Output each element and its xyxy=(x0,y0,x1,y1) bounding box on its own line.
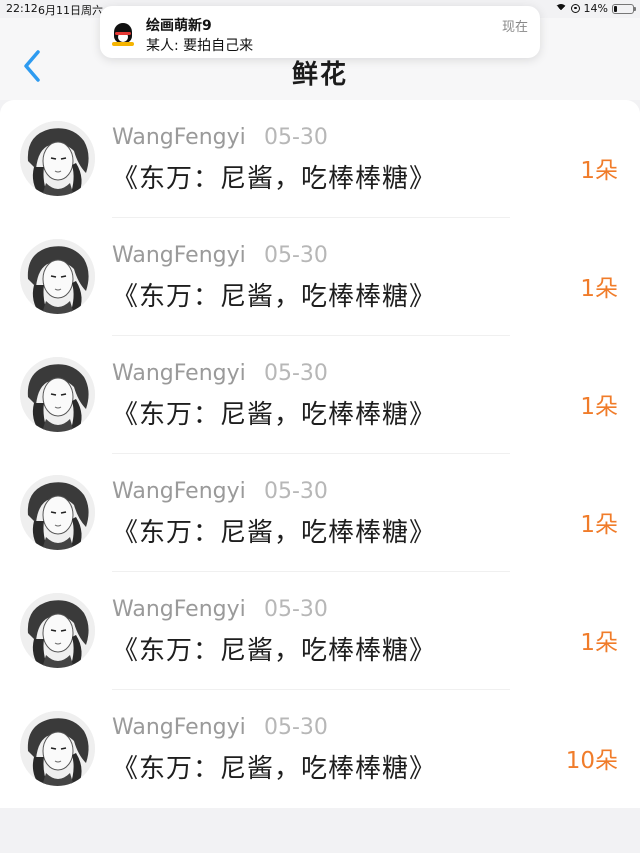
battery-percent: 14% xyxy=(583,2,608,15)
item-date: 05-30 xyxy=(264,597,328,622)
list-item[interactable]: WangFengyi 05-30 《东万：尼酱，吃棒棒糖》 1朵 xyxy=(0,454,640,572)
avatar[interactable] xyxy=(20,711,95,786)
flower-count: 1朵 xyxy=(580,276,618,302)
item-date: 05-30 xyxy=(264,715,328,740)
gift-title: 《东万：尼酱，吃棒棒糖》 xyxy=(112,518,437,548)
flower-count: 1朵 xyxy=(580,394,618,420)
avatar[interactable] xyxy=(20,121,95,196)
username: WangFengyi xyxy=(112,597,246,622)
notification-message: 某人: 要拍自己来 xyxy=(146,38,254,54)
item-date: 05-30 xyxy=(264,479,328,504)
username: WangFengyi xyxy=(112,715,246,740)
avatar[interactable] xyxy=(20,593,95,668)
flower-list: WangFengyi 05-30 《东万：尼酱，吃棒棒糖》 1朵 WangFen… xyxy=(0,100,640,808)
item-date: 05-30 xyxy=(264,361,328,386)
status-time: 22:12 xyxy=(6,2,38,15)
wifi-icon xyxy=(554,4,567,13)
notification-title: 绘画萌新9 xyxy=(146,18,212,34)
item-date: 05-30 xyxy=(264,243,328,268)
gift-title: 《东万：尼酱，吃棒棒糖》 xyxy=(112,754,437,784)
page-title: 鲜花 xyxy=(291,60,348,90)
username: WangFengyi xyxy=(112,361,246,386)
list-item[interactable]: WangFengyi 05-30 《东万：尼酱，吃棒棒糖》 1朵 xyxy=(0,100,640,218)
list-item[interactable]: WangFengyi 05-30 《东万：尼酱，吃棒棒糖》 1朵 xyxy=(0,218,640,336)
username: WangFengyi xyxy=(112,479,246,504)
username: WangFengyi xyxy=(112,243,246,268)
list-item[interactable]: WangFengyi 05-30 《东万：尼酱，吃棒棒糖》 1朵 xyxy=(0,572,640,690)
flower-count: 10朵 xyxy=(565,748,618,774)
notification-banner[interactable]: 绘画萌新9 某人: 要拍自己来 现在 xyxy=(100,6,540,58)
gift-title: 《东万：尼酱，吃棒棒糖》 xyxy=(112,164,437,194)
status-date: 6月11日周六 xyxy=(38,4,103,17)
gift-title: 《东万：尼酱，吃棒棒糖》 xyxy=(112,282,437,312)
list-item[interactable]: WangFengyi 05-30 《东万：尼酱，吃棒棒糖》 10朵 xyxy=(0,690,640,808)
flower-count: 1朵 xyxy=(580,630,618,656)
list-item[interactable]: WangFengyi 05-30 《东万：尼酱，吃棒棒糖》 1朵 xyxy=(0,336,640,454)
qq-penguin-icon xyxy=(110,19,136,47)
item-date: 05-30 xyxy=(264,125,328,150)
username: WangFengyi xyxy=(112,125,246,150)
gift-title: 《东万：尼酱，吃棒棒糖》 xyxy=(112,400,437,430)
notification-time: 现在 xyxy=(501,20,528,35)
avatar[interactable] xyxy=(20,357,95,432)
avatar[interactable] xyxy=(20,475,95,550)
battery-fill xyxy=(614,5,617,12)
flower-count: 1朵 xyxy=(580,512,618,538)
gift-title: 《东万：尼酱，吃棒棒糖》 xyxy=(112,636,437,666)
flower-count: 1朵 xyxy=(580,158,618,184)
avatar[interactable] xyxy=(20,239,95,314)
battery-icon xyxy=(612,3,636,14)
status-indicators: 14% xyxy=(554,2,636,15)
rotation-lock-icon xyxy=(570,4,580,13)
